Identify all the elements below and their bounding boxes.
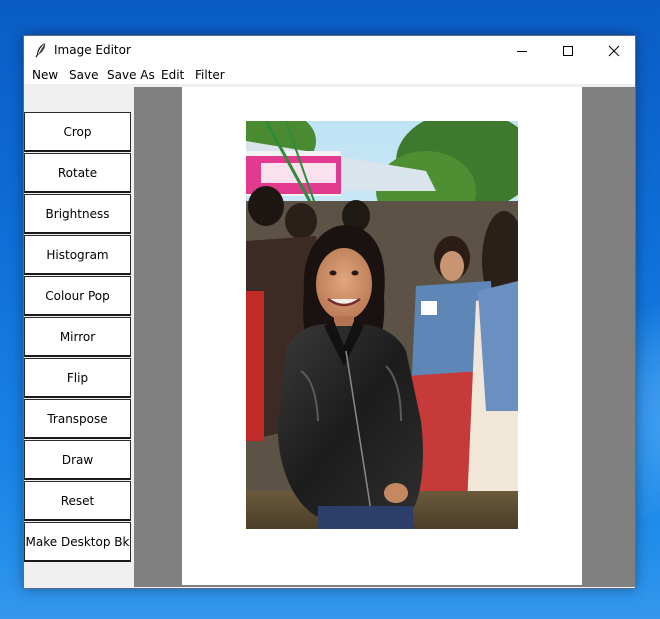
maximize-icon	[563, 45, 573, 56]
flip-button[interactable]: Flip	[24, 358, 131, 398]
menu-bar: New Save Save As Edit Filter	[24, 65, 635, 84]
tool-sidebar: Crop Rotate Brightness Histogram Colour …	[24, 84, 133, 588]
menu-filter[interactable]: Filter	[195, 68, 225, 82]
title-bar[interactable]: Image Editor	[24, 36, 635, 65]
window-title: Image Editor	[54, 43, 131, 57]
reset-button[interactable]: Reset	[24, 481, 131, 521]
minimize-icon	[517, 50, 527, 52]
editor-content: Crop Rotate Brightness Histogram Colour …	[24, 84, 635, 588]
photo-of-woman-in-leather-jacket	[246, 121, 518, 529]
menu-edit[interactable]: Edit	[161, 68, 184, 82]
brightness-button[interactable]: Brightness	[24, 194, 131, 234]
maximize-button[interactable]	[545, 36, 591, 65]
menu-save-as[interactable]: Save As	[107, 68, 155, 82]
transpose-button[interactable]: Transpose	[24, 399, 131, 439]
image-editor-window: Image Editor New Save Save As Edit Filte…	[23, 35, 636, 589]
close-icon	[608, 45, 620, 56]
canvas-paper	[182, 87, 582, 585]
minimize-button[interactable]	[499, 36, 545, 65]
mirror-button[interactable]: Mirror	[24, 317, 131, 357]
menu-new[interactable]: New	[32, 68, 58, 82]
close-button[interactable]	[591, 36, 637, 65]
histogram-button[interactable]: Histogram	[24, 235, 131, 275]
menu-save[interactable]: Save	[69, 68, 98, 82]
rotate-button[interactable]: Rotate	[24, 153, 131, 193]
feather-icon	[34, 42, 48, 58]
crop-button[interactable]: Crop	[24, 112, 131, 152]
colour-pop-button[interactable]: Colour Pop	[24, 276, 131, 316]
image-canvas[interactable]	[134, 87, 635, 587]
make-desktop-bk-button[interactable]: Make Desktop Bk	[24, 522, 131, 562]
draw-button[interactable]: Draw	[24, 440, 131, 480]
